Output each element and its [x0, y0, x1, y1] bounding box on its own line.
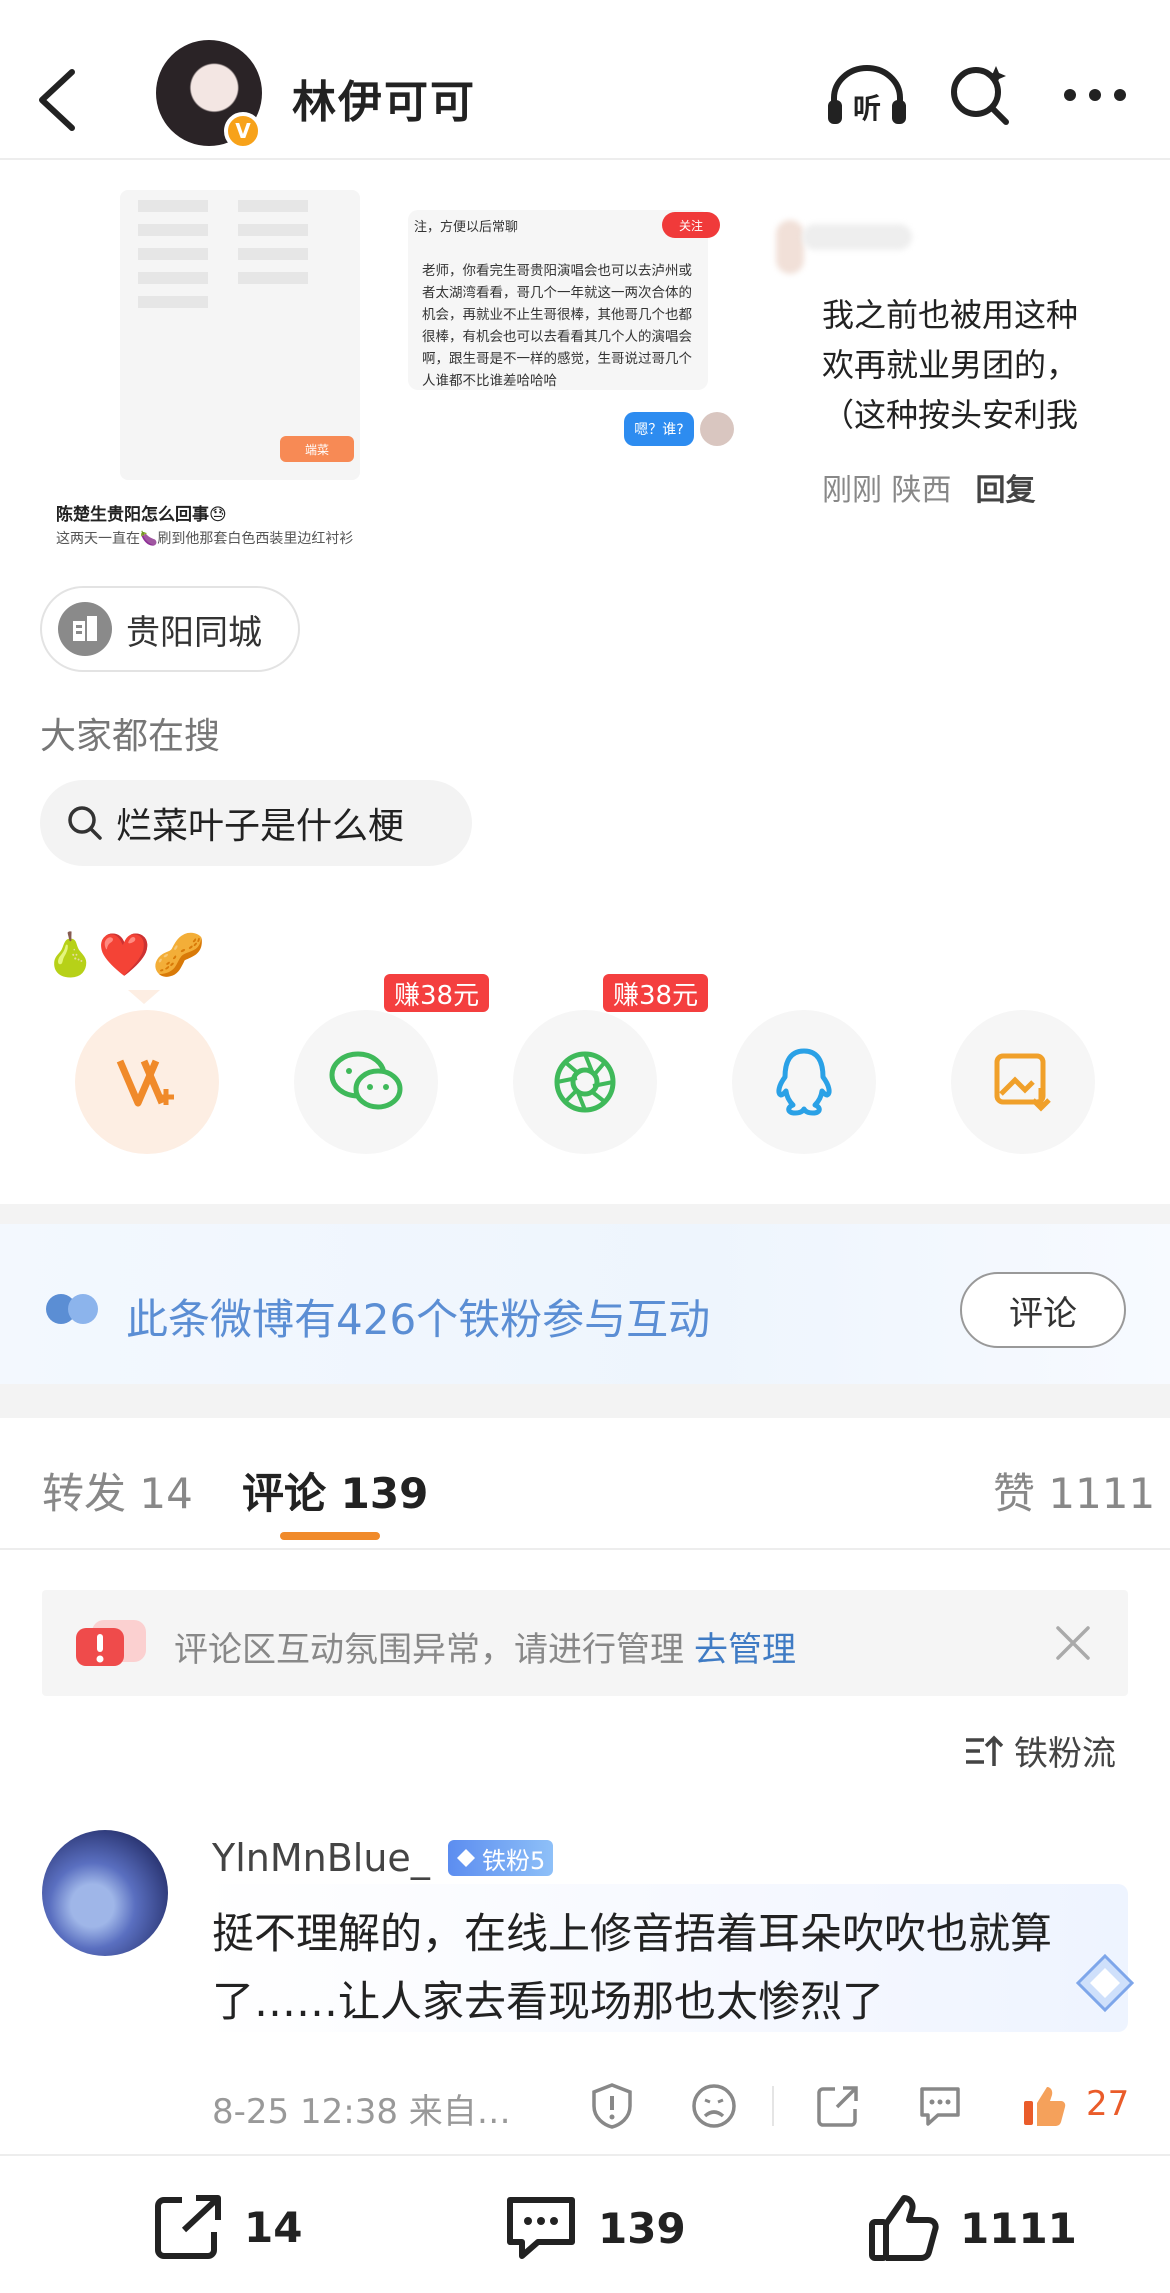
- bottom-comment-button[interactable]: 139: [502, 2192, 686, 2264]
- active-tab-indicator: [280, 1532, 380, 1540]
- chat-reply-bubble: 嗯？谁?: [624, 412, 694, 446]
- quoted-comment-line: 欢再就业男团的，: [822, 346, 1079, 384]
- alert-icon: [72, 1614, 150, 1674]
- commenter-name[interactable]: YlnMnBlue_: [212, 1836, 430, 1880]
- manage-link[interactable]: 去管理: [694, 1630, 796, 1670]
- bottom-like-count: 1111: [960, 2203, 1077, 2253]
- quoted-comment-line: 我之前也被用这种: [822, 296, 1079, 334]
- post-image-2[interactable]: 老师，你看完生哥贵阳演唱会也可以去泸州或者太湖湾看看，哥几个一年就这一两次合体的…: [408, 190, 808, 490]
- action-divider: [772, 2086, 774, 2126]
- sort-icon: [966, 1735, 1004, 1766]
- earn-badge: 赚38元: [384, 974, 490, 1012]
- repost-icon: [155, 2195, 221, 2259]
- save-image-button[interactable]: [951, 1010, 1095, 1154]
- section-divider: [0, 1384, 1170, 1418]
- save-image-icon: [994, 1053, 1051, 1112]
- moments-share-button[interactable]: [513, 1010, 657, 1154]
- wechat-icon: [329, 1051, 403, 1110]
- section-divider: [0, 1204, 1170, 1224]
- fans-comment-button[interactable]: 评论: [960, 1272, 1126, 1348]
- image-caption-sub: 这两天一直在🍆刷到他那套白色西装里边红衬衫: [56, 531, 354, 547]
- chat-text: 老师，你看完生哥贵阳演唱会也可以去泸州或者太湖湾看看，哥几个一年就这一两次合体的…: [422, 263, 692, 389]
- tab-comment[interactable]: 评论 139: [242, 1460, 428, 1521]
- listen-icon[interactable]: 听: [822, 50, 912, 140]
- blurred-avatar: [776, 220, 804, 274]
- tab-like[interactable]: 赞 1111: [993, 1460, 1155, 1521]
- top-nav-bar: V 林伊可可 听: [0, 0, 1170, 160]
- bottom-comment-count: 139: [598, 2203, 686, 2253]
- bottom-action-bar: 14 139 1111: [0, 2154, 1170, 2293]
- reply-icon[interactable]: [910, 2078, 970, 2134]
- thumbs-up-icon[interactable]: [1014, 2078, 1074, 2134]
- comment-moderation-notice: 评论区互动氛围异常，请进行管理 去管理: [42, 1590, 1128, 1696]
- fans-banner-text: 此条微博有426个铁粉参与互动: [126, 1295, 711, 1344]
- comment-meta: 8-25 12:38 来自…: [212, 2092, 511, 2132]
- quoted-comment-line: （这种按头安利我: [822, 396, 1079, 434]
- fan-level-badge: 铁粉5: [448, 1840, 554, 1876]
- chat-avatar: [700, 412, 734, 446]
- close-icon[interactable]: [1054, 1624, 1092, 1662]
- dislike-face-icon[interactable]: [684, 2078, 744, 2134]
- post-image-3[interactable]: 我之前也被用这种 欢再就业男团的， （这种按头安利我 刚刚 陕西 回复: [776, 190, 1170, 570]
- chat-card: 老师，你看完生哥贵阳演唱会也可以去泸州或者太湖湾看看，哥几个一年就这一两次合体的…: [408, 210, 708, 390]
- bottom-repost-button[interactable]: 14: [152, 2192, 302, 2262]
- post-image-1[interactable]: 端菜 陈楚生贵阳怎么回事😓 这两天一直在🍆刷到他那套白色西装里边红衬衫: [40, 190, 380, 570]
- phone-button: 端菜: [280, 436, 354, 462]
- share-icon[interactable]: [808, 2078, 868, 2134]
- location-chip[interactable]: 贵阳同城: [40, 586, 300, 672]
- location-label: 贵阳同城: [126, 612, 262, 653]
- reaction-emojis[interactable]: 🍐❤️🥜: [44, 930, 207, 980]
- comment-text: 挺不理解的，在线上修音捂着耳朵吹吹也就算了……让人家去看现场那也太惨烈了: [212, 1909, 1053, 2026]
- building-icon: [58, 602, 112, 656]
- fans-icon: [44, 1292, 100, 1326]
- notice-text: 评论区互动氛围异常，请进行管理 去管理: [174, 1622, 796, 1671]
- more-icon[interactable]: [1050, 50, 1140, 140]
- vplus-share-button[interactable]: [75, 1010, 219, 1154]
- trending-search-query: 烂菜叶子是什么梗: [116, 806, 405, 847]
- chat-note: 注，方便以后常聊: [414, 220, 519, 235]
- interaction-tabs: 转发 14 评论 139 赞 1111: [0, 1418, 1170, 1550]
- report-icon[interactable]: [582, 2078, 642, 2134]
- comment-icon: [507, 2197, 575, 2259]
- vplus-icon: [116, 1059, 174, 1107]
- notice-message: 评论区互动氛围异常，请进行管理: [174, 1630, 684, 1670]
- bottom-repost-count: 14: [244, 2202, 303, 2252]
- qq-share-button[interactable]: [732, 1010, 876, 1154]
- commenter-avatar[interactable]: [42, 1830, 168, 1956]
- bottom-like-button[interactable]: 1111: [866, 2192, 1077, 2264]
- search-icon[interactable]: [936, 50, 1026, 140]
- blurred-name: [802, 224, 912, 250]
- trending-search-chip[interactable]: 烂菜叶子是什么梗: [40, 780, 472, 866]
- sort-selector[interactable]: 铁粉流: [964, 1726, 1116, 1775]
- wechat-share-button[interactable]: [294, 1010, 438, 1154]
- fans-banner[interactable]: 此条微博有426个铁粉参与互动 评论: [0, 1224, 1170, 1384]
- author-name[interactable]: 林伊可可: [292, 66, 476, 130]
- quoted-reply: 回复: [975, 473, 1036, 508]
- post-images: 端菜 陈楚生贵阳怎么回事😓 这两天一直在🍆刷到他那套白色西装里边红衬衫 老师，你…: [40, 190, 1170, 570]
- share-row: 赚38元 赚38元: [0, 974, 1170, 1160]
- search-icon: [68, 806, 102, 840]
- chat-follow-button: 关注: [662, 212, 720, 238]
- diamond-icon: [457, 1849, 475, 1867]
- tab-repost[interactable]: 转发 14: [42, 1460, 193, 1521]
- pointer-triangle: [128, 990, 160, 1004]
- back-arrow-icon[interactable]: [22, 52, 92, 142]
- thumbs-up-icon: [869, 2195, 939, 2261]
- svg-text:听: 听: [853, 92, 881, 125]
- trending-search-label: 大家都在搜: [40, 716, 221, 757]
- image-caption: 陈楚生贵阳怎么回事😓: [56, 505, 227, 525]
- comment-like-count: 27: [1086, 2084, 1130, 2124]
- fan-level-text: 铁粉5: [482, 1846, 546, 1875]
- quoted-comment-meta: 刚刚 陕西 回复: [822, 465, 1036, 509]
- moments-icon: [554, 1051, 616, 1113]
- quoted-time: 刚刚 陕西: [822, 473, 952, 508]
- sort-label: 铁粉流: [1014, 1734, 1116, 1774]
- verified-badge: V: [224, 112, 262, 150]
- qq-icon: [776, 1048, 832, 1116]
- earn-badge: 赚38元: [603, 974, 709, 1012]
